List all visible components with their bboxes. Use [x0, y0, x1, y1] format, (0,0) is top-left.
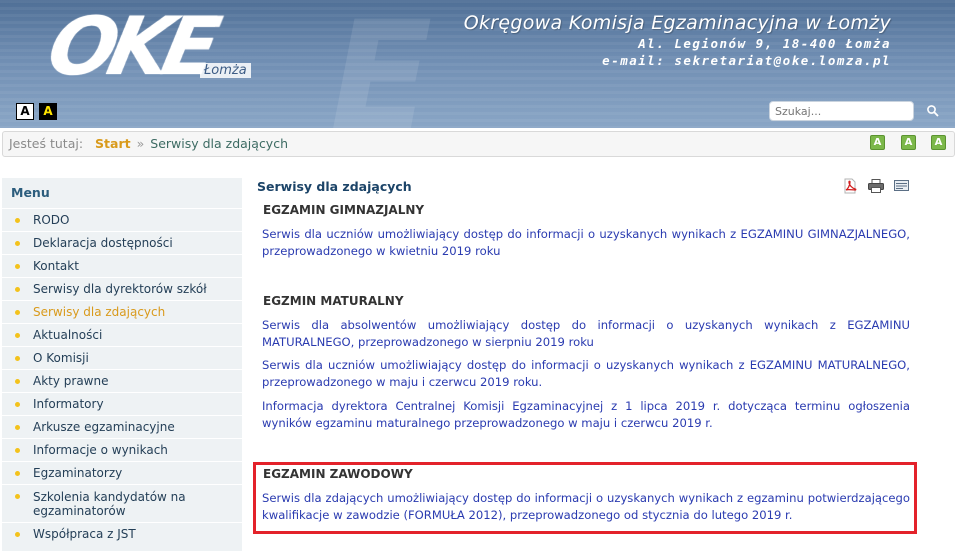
sidebar-item-akty-prawne[interactable]: Akty prawne	[2, 369, 242, 392]
site-header: E OKE Łomża Okręgowa Komisja Egzaminacyj…	[0, 0, 955, 128]
print-icon[interactable]	[868, 179, 884, 193]
org-info: Okręgowa Komisja Egzaminacyjna w Łomży A…	[464, 12, 891, 68]
section-heading-zawodowy: EGZAMIN ZAWODOWY	[263, 467, 413, 481]
link-maturalny-sierpien[interactable]: Serwis dla absolwentów umożliwiający dos…	[262, 317, 910, 351]
org-address: Al. Legionów 9, 18-400 Łomża	[638, 36, 891, 51]
main-content: Serwisy dla zdających	[257, 178, 922, 194]
breadcrumb-label: Jesteś tutaj:	[9, 136, 84, 151]
contrast-switcher: AA	[16, 103, 62, 120]
email-icon[interactable]	[894, 180, 909, 191]
font-size-default-button[interactable]: A	[870, 135, 885, 150]
site-logo[interactable]: OKE Łomża	[40, 0, 280, 98]
font-size-larger-button[interactable]: A	[901, 135, 916, 150]
breadcrumb-current: Serwisy dla zdających	[150, 136, 289, 151]
section-heading-maturalny: EGZMIN MATURALNY	[263, 294, 404, 308]
header-watermark: E	[330, 0, 432, 128]
sidebar-item-informacje-wyniki[interactable]: Informacje o wynikach	[2, 438, 242, 461]
sidebar-item-egzaminatorzy[interactable]: Egzaminatorzy	[2, 461, 242, 484]
font-size-largest-button[interactable]: A	[931, 135, 946, 150]
breadcrumb-separator: »	[136, 136, 145, 151]
sidebar-item-kontakt[interactable]: Kontakt	[2, 254, 242, 277]
contrast-high-button[interactable]: A	[39, 103, 57, 120]
sidebar-item-informatory[interactable]: Informatory	[2, 392, 242, 415]
breadcrumb-start-link[interactable]: Start	[95, 136, 131, 151]
menu-list: RODO Deklaracja dostępności Kontakt Serw…	[2, 208, 242, 545]
link-gimnazjalny-wyniki[interactable]: Serwis dla uczniów umożliwiający dostęp …	[262, 226, 910, 260]
org-name: Okręgowa Komisja Egzaminacyjna w Łomży	[463, 12, 891, 34]
sidebar-item-o-komisji[interactable]: O Komisji	[2, 346, 242, 369]
page-title: Serwisy dla zdających	[257, 179, 412, 194]
link-maturalny-maj-czerwiec[interactable]: Serwis dla uczniów umożliwiający dostęp …	[262, 357, 910, 391]
contrast-normal-button[interactable]: A	[16, 103, 34, 120]
sidebar-item-serwisy-zdajacych[interactable]: Serwisy dla zdających	[2, 300, 242, 323]
pdf-icon[interactable]	[843, 178, 857, 194]
sidebar-item-arkusze[interactable]: Arkusze egzaminacyjne	[2, 415, 242, 438]
sidebar-item-rodo[interactable]: RODO	[2, 208, 242, 231]
sidebar-item-wspolpraca-jst[interactable]: Współpraca z JST	[2, 522, 242, 545]
sidebar-item-szkolenia[interactable]: Szkolenia kandydatów na egzaminatorów	[2, 484, 242, 522]
sidebar-menu: Menu RODO Deklaracja dostępności Kontakt…	[2, 178, 242, 551]
search-input[interactable]	[769, 101, 914, 121]
org-email: e-mail: sekretariat@oke.lomza.pl	[602, 53, 891, 68]
sidebar-item-aktualnosci[interactable]: Aktualności	[2, 323, 242, 346]
sidebar-item-deklaracja[interactable]: Deklaracja dostępności	[2, 231, 242, 254]
menu-title: Menu	[11, 185, 50, 200]
logo-text: OKE	[40, 0, 221, 93]
link-informacja-dyrektora-cke[interactable]: Informacja dyrektora Centralnej Komisji …	[262, 398, 910, 432]
search-icon[interactable]	[926, 104, 940, 118]
logo-city: Łomża	[200, 63, 251, 78]
section-heading-gimnazjalny: EGZAMIN GIMNAZJALNY	[263, 203, 425, 217]
sidebar-item-serwisy-dyrektorow[interactable]: Serwisy dla dyrektorów szkół	[2, 277, 242, 300]
link-zawodowy-wyniki[interactable]: Serwis dla zdających umożliwiający dostę…	[262, 490, 910, 524]
breadcrumb: Jesteś tutaj: Start » Serwisy dla zdających	[2, 131, 955, 157]
